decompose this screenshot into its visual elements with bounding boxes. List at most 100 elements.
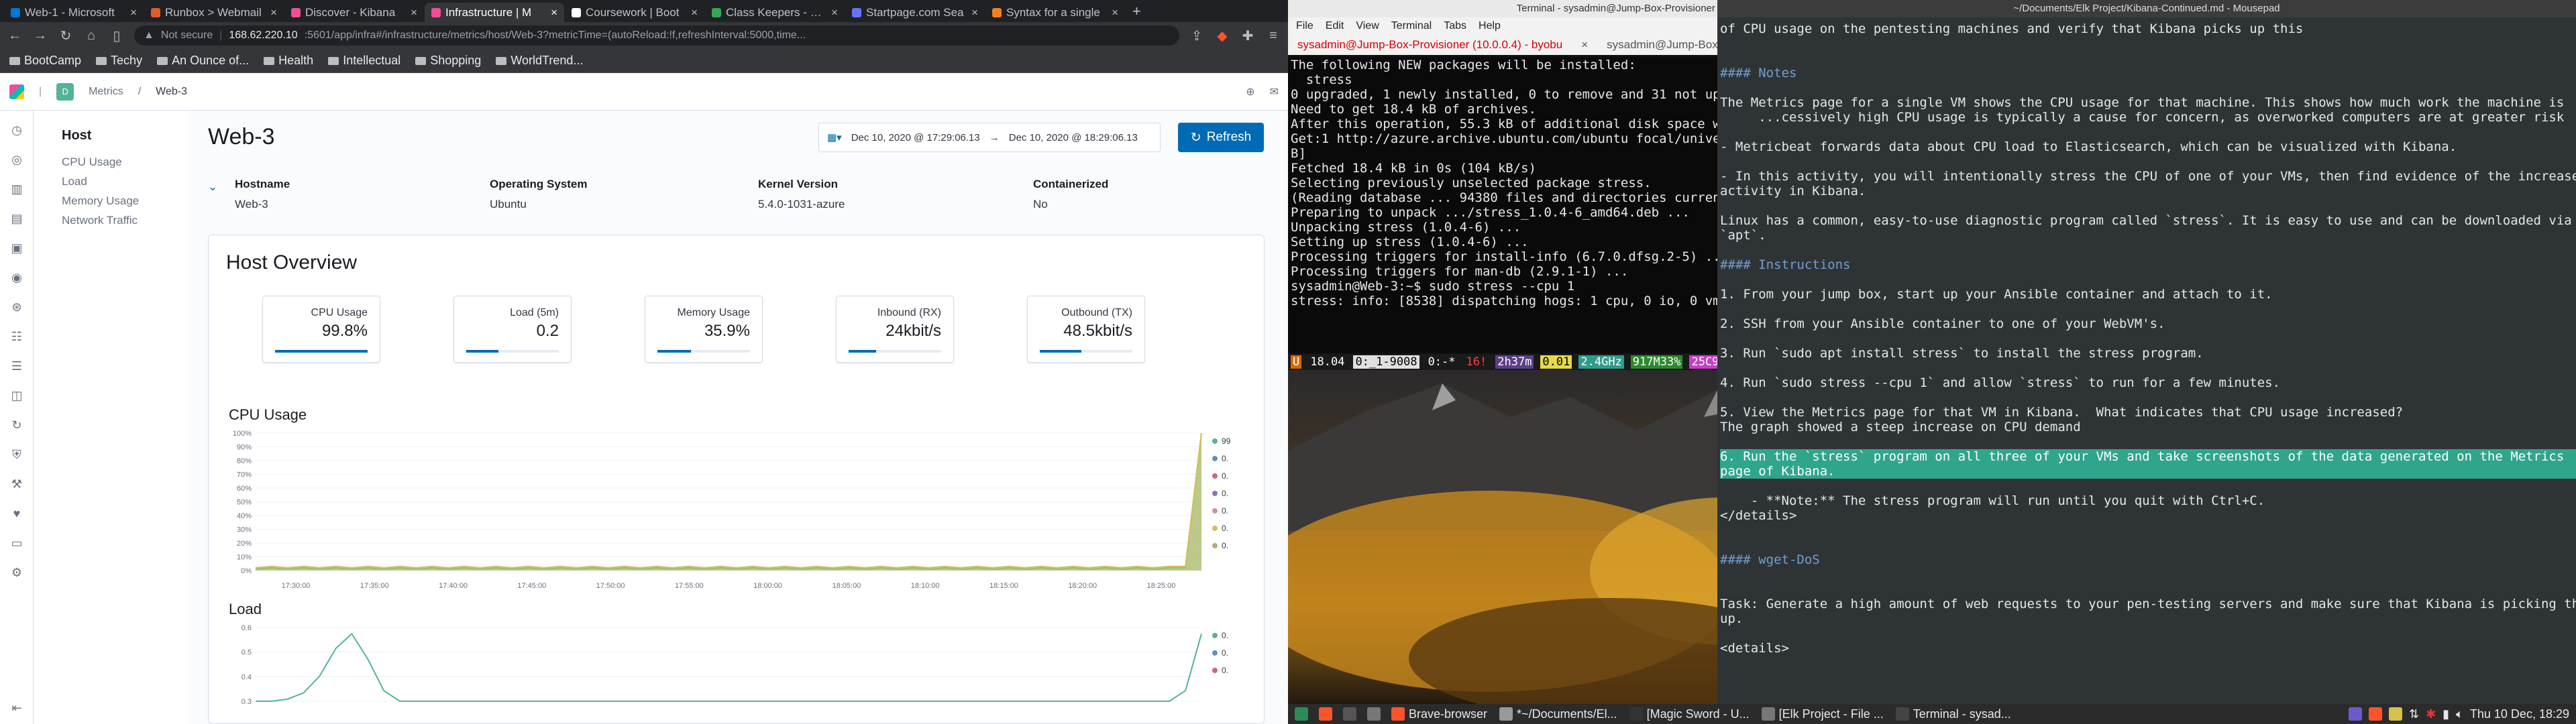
- browser-tab[interactable]: Web-1 - Microsoft ×: [4, 3, 144, 22]
- bookmark-item[interactable]: An Ounce of...: [157, 54, 249, 68]
- editor-text[interactable]: of CPU usage on the pentesting machines …: [1720, 21, 2576, 656]
- forward-arrow-icon[interactable]: →: [32, 28, 48, 44]
- browser-tab[interactable]: Class Keepers - Goo ×: [705, 3, 845, 22]
- menu-item[interactable]: Terminal: [1391, 20, 1432, 32]
- date-from[interactable]: Dec 10, 2020 @ 17:29:06.13: [851, 132, 980, 143]
- subnav-item-cpu-usage[interactable]: CPU Usage: [62, 156, 174, 169]
- close-icon[interactable]: ×: [270, 6, 277, 19]
- extensions-icon[interactable]: ✚: [1240, 27, 1256, 44]
- menu-item[interactable]: Edit: [1326, 20, 1344, 32]
- browser-tab[interactable]: Discover - Kibana ×: [284, 3, 424, 22]
- load-chart[interactable]: 0.6 0.5 0.4 0.3 0. 0. 0.: [229, 621, 1255, 721]
- collapse-icon[interactable]: ⇤: [9, 701, 24, 715]
- brave-icon[interactable]: [1319, 707, 1332, 721]
- date-picker[interactable]: ▦▾ Dec 10, 2020 @ 17:29:06.13 → Dec 10, …: [818, 123, 1161, 152]
- tab-label: Coursework | Boot: [586, 5, 680, 19]
- reload-icon[interactable]: ↻: [58, 27, 74, 44]
- infrastructure-icon[interactable]: ☷: [9, 329, 24, 344]
- close-icon[interactable]: ×: [691, 6, 698, 19]
- clock-icon[interactable]: ◷: [9, 123, 24, 137]
- close-icon[interactable]: ×: [1572, 38, 1597, 52]
- breadcrumb-metrics[interactable]: Metrics: [89, 86, 123, 98]
- address-bar[interactable]: ▲ Not secure | 168.62.220.10:5601/app/in…: [134, 25, 1179, 46]
- kpi-value: 99.8%: [321, 322, 368, 340]
- bookmark-item[interactable]: Intellectual: [328, 54, 400, 68]
- siem-icon[interactable]: ⛨: [9, 447, 24, 462]
- y-tick-label: 0.5: [241, 649, 252, 657]
- ml-icon[interactable]: ⊛: [9, 300, 24, 314]
- battery-icon[interactable]: ▮: [2443, 707, 2449, 721]
- refresh-button[interactable]: ↻ Refresh: [1178, 123, 1264, 152]
- calendar-icon[interactable]: ▦▾: [827, 131, 842, 143]
- menu-item[interactable]: File: [1296, 20, 1313, 32]
- apm-icon[interactable]: ◫: [9, 388, 24, 403]
- terminal-tab-byobu[interactable]: sysadmin@Jump-Box-Provisioner (10.0.0.4)…: [1288, 38, 1572, 52]
- bookmark-icon[interactable]: ▯: [109, 27, 125, 44]
- bookmark-item[interactable]: Techy: [96, 54, 142, 68]
- files-icon[interactable]: [1367, 707, 1381, 721]
- menu-item[interactable]: Help: [1479, 20, 1501, 32]
- clock[interactable]: Thu 10 Dec, 18:29: [2470, 707, 2569, 721]
- volume-icon[interactable]: 🔈︎: [2456, 707, 2463, 721]
- canvas-icon[interactable]: ▣: [9, 241, 24, 255]
- editor-line: 2. SSH from your Ansible container to on…: [1720, 316, 2165, 331]
- brave-shield-icon[interactable]: ◆: [1214, 27, 1230, 44]
- cpu-usage-chart[interactable]: 100% 90% 80% 70% 60% 50% 40% 30% 20% 10% 0% 17:30:0…: [229, 426, 1255, 594]
- app-menu-icon[interactable]: [1295, 707, 1308, 721]
- tray-app-icon[interactable]: [2348, 707, 2362, 721]
- taskbar-item[interactable]: [Magic Sword - U...: [1629, 707, 1750, 721]
- close-icon[interactable]: ×: [831, 6, 838, 19]
- browser-tab[interactable]: Runbox > Webmail ×: [144, 3, 284, 22]
- network-icon[interactable]: ⇅: [2409, 707, 2419, 721]
- close-icon[interactable]: ×: [1112, 6, 1118, 19]
- close-icon[interactable]: ×: [971, 6, 978, 19]
- dashboard-icon[interactable]: ▤: [9, 211, 24, 226]
- bookmark-item[interactable]: Health: [264, 54, 313, 68]
- menu-icon[interactable]: ≡: [1265, 28, 1281, 44]
- dev-tools-icon[interactable]: ⚒: [9, 477, 24, 491]
- kibana-logo-icon[interactable]: [9, 84, 24, 99]
- space-avatar[interactable]: D: [56, 82, 74, 101]
- menu-item[interactable]: View: [1356, 20, 1379, 32]
- uptime-icon[interactable]: ↻: [9, 418, 24, 432]
- close-icon[interactable]: ×: [551, 6, 557, 19]
- share-icon[interactable]: ⇪: [1189, 27, 1205, 44]
- bookmark-item[interactable]: WorldTrend...: [496, 54, 583, 68]
- browser-tab[interactable]: Coursework | Boot ×: [565, 3, 704, 22]
- browser-tab[interactable]: Startpage.com Sea ×: [845, 3, 985, 22]
- tray-brave-icon[interactable]: [2368, 707, 2382, 721]
- menu-item[interactable]: Tabs: [1444, 20, 1466, 32]
- subnav-item-network-traffic[interactable]: Network Traffic: [62, 214, 174, 227]
- new-tab-icon[interactable]: +: [1126, 3, 1148, 20]
- discover-icon[interactable]: ◎: [9, 152, 24, 167]
- taskbar-item[interactable]: *~/Documents/El...: [1499, 707, 1617, 721]
- stack-monitoring-icon[interactable]: ♥: [9, 506, 24, 521]
- back-arrow-icon[interactable]: ←: [7, 28, 23, 44]
- help-icon[interactable]: ⊕: [1246, 85, 1254, 99]
- visualize-icon[interactable]: ▥: [9, 182, 24, 196]
- close-icon[interactable]: ×: [130, 6, 137, 19]
- bluetooth-icon[interactable]: ✱: [2426, 707, 2436, 721]
- home-icon[interactable]: ⌂: [83, 28, 99, 44]
- mail-icon[interactable]: ✉: [1270, 85, 1279, 99]
- close-icon[interactable]: ×: [411, 6, 417, 19]
- maps-icon[interactable]: ◉: [9, 270, 24, 285]
- bookmark-item[interactable]: Shopping: [415, 54, 481, 68]
- subnav-item-memory-usage[interactable]: Memory Usage: [62, 194, 174, 208]
- browser-tab[interactable]: Infrastructure | M ×: [425, 3, 564, 22]
- browser-tab[interactable]: Syntax for a single ×: [985, 3, 1125, 22]
- logs-icon[interactable]: ☰: [9, 359, 24, 373]
- taskbar-item[interactable]: Terminal - sysad...: [1895, 707, 2011, 721]
- taskbar-item[interactable]: [Elk Project - File ...: [1761, 707, 1884, 721]
- tray-notes-icon[interactable]: [2388, 707, 2402, 721]
- chevron-down-icon[interactable]: ⌄: [208, 180, 217, 194]
- folder-icon: [157, 56, 168, 65]
- x-tick-label: 17:50:00: [596, 582, 625, 590]
- management-icon[interactable]: ▭: [9, 536, 24, 550]
- date-to[interactable]: Dec 10, 2020 @ 18:29:06.13: [1009, 132, 1138, 143]
- taskbar-item[interactable]: Brave-browser: [1391, 707, 1487, 721]
- terminal-icon[interactable]: [1343, 707, 1356, 721]
- gear-icon[interactable]: ⚙: [9, 565, 24, 580]
- subnav-item-load[interactable]: Load: [62, 175, 174, 188]
- bookmark-item[interactable]: BootCamp: [9, 54, 81, 68]
